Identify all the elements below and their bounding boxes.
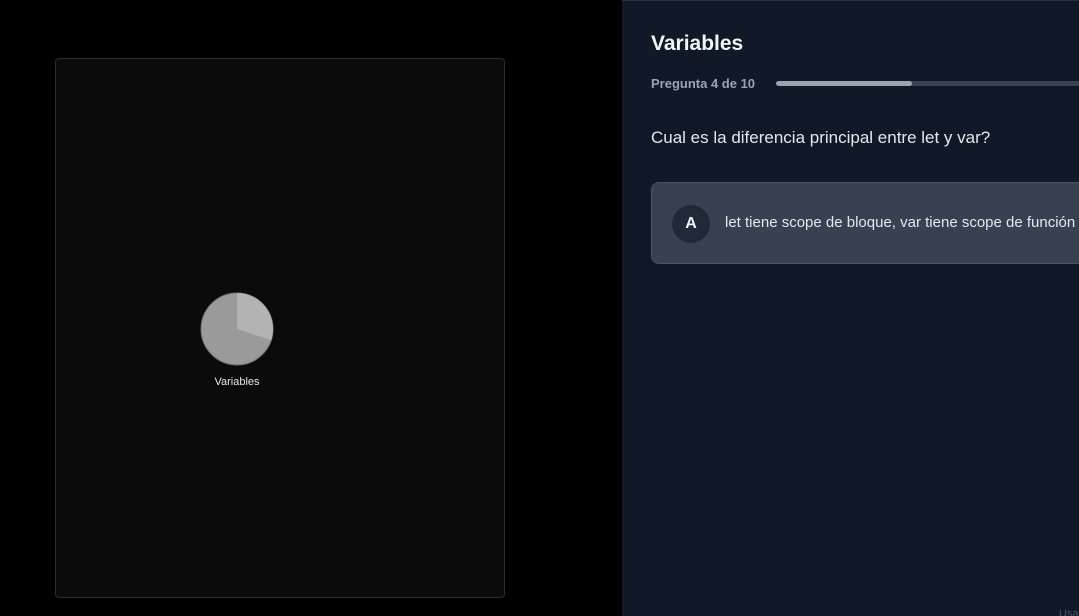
topic-node[interactable]: Variables bbox=[199, 291, 275, 388]
answer-option-text: let tiene scope de bloque, var tiene sco… bbox=[725, 214, 1076, 231]
topic-canvas[interactable]: Variables bbox=[55, 58, 505, 598]
quiz-panel: Variables Pregunta 4 de 10 Cual es la di… bbox=[622, 0, 1079, 616]
quiz-progress-fill bbox=[776, 81, 912, 86]
app-stage: Variables Variables Pregunta 4 de 10 Cua… bbox=[0, 0, 1079, 616]
topic-node-label: Variables bbox=[214, 376, 260, 388]
canvas-pane: Variables bbox=[0, 0, 622, 616]
corner-hint-text: Usa bbox=[1059, 608, 1079, 616]
answer-option-a[interactable]: A let tiene scope de bloque, var tiene s… bbox=[651, 182, 1079, 264]
topic-progress-pie bbox=[200, 292, 274, 366]
question-counter: Pregunta 4 de 10 bbox=[651, 76, 756, 91]
question-text: Cual es la diferencia principal entre le… bbox=[651, 128, 991, 147]
answer-option-letter: A bbox=[672, 205, 710, 243]
quiz-title: Variables bbox=[651, 32, 744, 55]
quiz-progress-bar bbox=[776, 81, 1079, 86]
